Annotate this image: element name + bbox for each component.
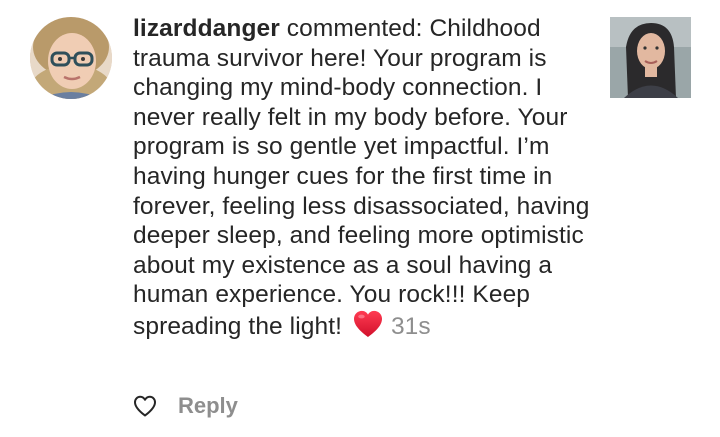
avatar-image [30,17,112,99]
username[interactable]: lizarddanger [133,15,280,42]
red-heart-emoji-icon [353,310,383,346]
avatar[interactable] [30,17,112,99]
comment-timestamp: 31s [390,312,431,340]
comment-actions: Reply [133,390,238,422]
comment-action-text: commented: [279,15,430,42]
comment-text-block: lizarddanger commented: Childhood trauma… [133,14,598,346]
heart-outline-icon[interactable] [133,395,157,417]
comment-body: Childhood trauma survivor here! Your pro… [133,15,590,340]
comment-notification: lizarddanger commented: Childhood trauma… [0,0,720,437]
post-thumbnail-image [610,17,691,98]
post-thumbnail[interactable] [610,17,691,98]
reply-button[interactable]: Reply [178,393,238,419]
